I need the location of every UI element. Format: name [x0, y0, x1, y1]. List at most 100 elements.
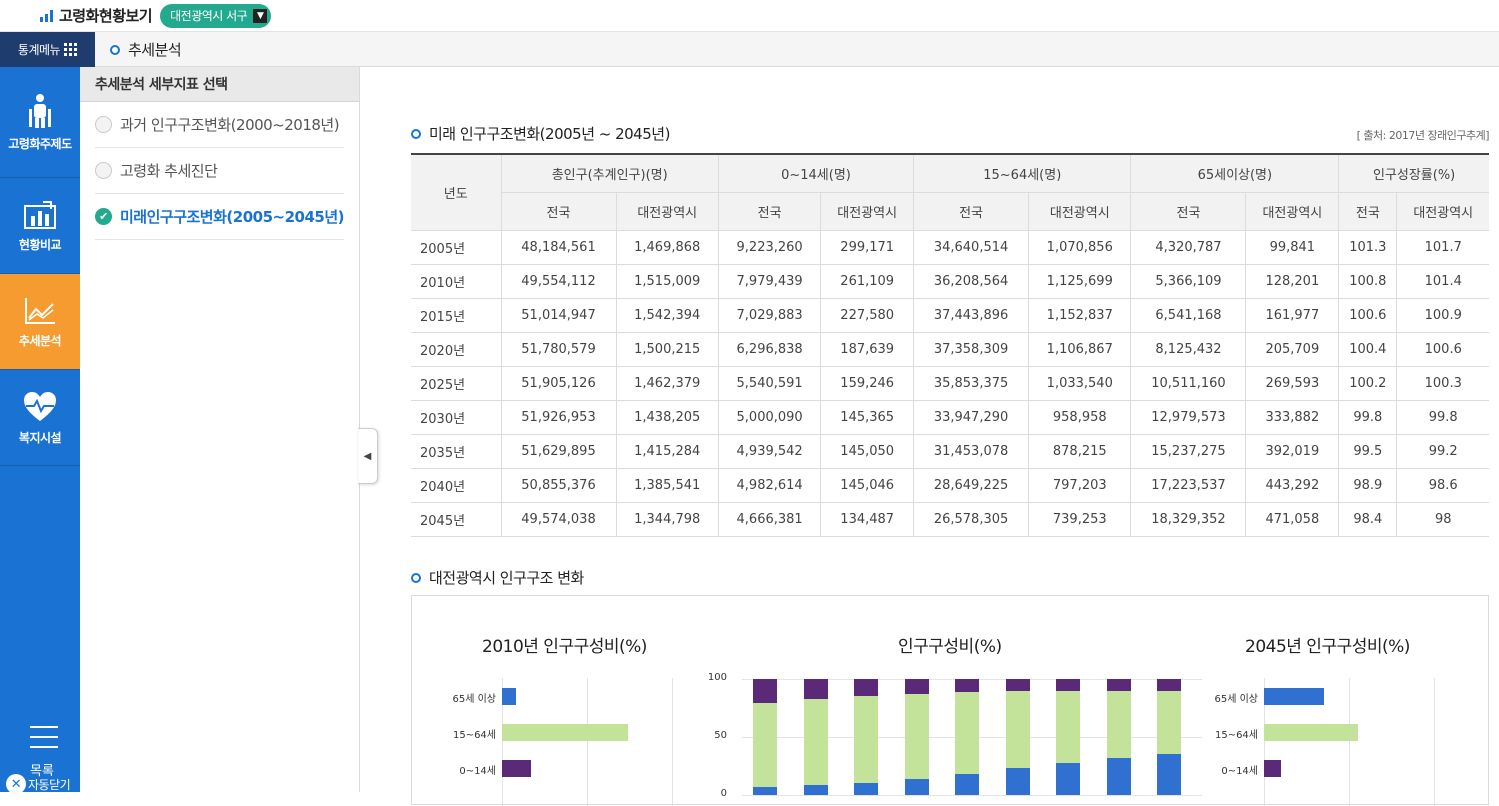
table-header-group: 0~14세(명)	[717, 153, 915, 193]
table-cell: 100.8	[1338, 263, 1398, 299]
table-cell: 227,580	[820, 297, 915, 333]
stacked-bar-age15_64	[803, 698, 828, 786]
table-row: 2005년 48,184,561 1,469,868 9,223,260 299,171…	[411, 229, 1489, 265]
table-subheader: 대전광역시	[820, 191, 915, 231]
table-cell: 101.7	[1396, 229, 1489, 265]
table-cell: 33,947,290	[913, 399, 1030, 435]
stacked-bar-age65	[904, 779, 929, 795]
table-cell: 12,979,573	[1130, 399, 1247, 435]
table-cell: 1,515,009	[615, 263, 719, 299]
region-select[interactable]: 대전광역시 서구 ▼	[160, 3, 272, 28]
stacked-bar-age15_64	[854, 696, 878, 783]
table-cell: 299,171	[820, 229, 915, 265]
table-row: 2030년 51,926,953 1,438,205 5,000,090 145,365…	[411, 399, 1489, 435]
sidebar-item-compare[interactable]: 현황비교	[0, 178, 80, 274]
stacked-bar-age15_64	[1157, 690, 1181, 755]
chart-area: 2010년 인구구성비(%) 인구구성비(%) 2045년 인구구성비(%) 6…	[411, 595, 1489, 806]
stacked-bar-age0_14	[753, 679, 777, 703]
table-cell: 100.4	[1338, 331, 1398, 367]
category-label: 0~14세	[459, 766, 496, 777]
sidebar-item-label: 현황비교	[18, 237, 62, 252]
indicator-item-future[interactable]: ✔ 미래인구구조변화(2005~2045년)	[95, 194, 344, 240]
stacked-bar-age65	[1056, 762, 1080, 795]
table-cell: 443,292	[1245, 467, 1340, 503]
stacked-bar-age65	[1157, 754, 1181, 795]
table-header-group: 인구성장률(%)	[1338, 153, 1489, 193]
table-cell: 128,201	[1245, 263, 1340, 299]
table-cell: 98.9	[1338, 467, 1398, 503]
table-cell: 4,666,381	[717, 501, 822, 537]
table-row: 2025년 51,905,126 1,462,379 5,540,591 159,246…	[411, 365, 1489, 401]
table-cell: 8,125,432	[1130, 331, 1247, 367]
table-cell: 1,542,394	[615, 297, 719, 333]
bar-chart-icon	[24, 200, 56, 229]
grid-line	[672, 678, 673, 806]
table-cell: 5,000,090	[717, 399, 822, 435]
table-cell: 159,246	[820, 365, 915, 401]
table-cell: 49,554,112	[500, 263, 617, 299]
table-cell: 34,640,514	[913, 229, 1030, 265]
table-cell: 1,469,868	[615, 229, 719, 265]
stacked-bar-age15_64	[1005, 690, 1030, 769]
table-cell-year: 2020년	[411, 331, 502, 367]
stats-menu-button[interactable]: 통계메뉴	[0, 32, 95, 67]
stacked-bar-age0_14	[955, 679, 979, 692]
category-label: 15~64세	[452, 730, 496, 741]
stacked-bar-age15_64	[904, 693, 929, 780]
table-cell-year: 2035년	[411, 433, 502, 469]
category-label: 65세 이상	[1214, 694, 1258, 705]
table-cell: 392,019	[1245, 433, 1340, 469]
sidebar-item-trend[interactable]: 추세분석	[0, 274, 80, 370]
table-cell: 6,541,168	[1130, 297, 1247, 333]
section-title-text: 미래 인구구조변화(2005년 ~ 2045년)	[429, 125, 670, 143]
stacked-bar-age15_64	[1106, 691, 1131, 758]
population-table: 년도 총인구(추계인구)(명) 0~14세(명) 15~64세(명) 65세이상…	[411, 153, 1489, 537]
table-cell: 205,709	[1245, 331, 1340, 367]
table-cell: 36,208,564	[913, 263, 1030, 299]
indicator-panel-title: 추세분석 세부지표 선택	[80, 67, 359, 102]
stacked-bar-age0_14	[1056, 679, 1080, 691]
table-cell: 739,253	[1028, 501, 1132, 537]
table-subheader: 전국	[913, 191, 1030, 231]
stats-menu-label: 통계메뉴	[17, 43, 61, 57]
table-cell: 878,215	[1028, 433, 1132, 469]
indicator-item-past[interactable]: 과거 인구구조변화(2000~2018년)	[95, 102, 344, 148]
bar-age0_14	[502, 760, 532, 777]
table-cell: 5,540,591	[717, 365, 822, 401]
table-cell: 4,939,542	[717, 433, 822, 469]
table-cell: 1,462,379	[615, 365, 719, 401]
table-cell-year: 2010년	[411, 263, 502, 299]
table-subheader: 전국	[501, 191, 617, 231]
nav-bar: 통계메뉴 추세분석	[0, 32, 1499, 67]
table-row: 2010년 49,554,112 1,515,009 7,979,439 261,109…	[411, 263, 1489, 299]
stacked-bar-age65	[803, 785, 828, 795]
table-cell: 269,593	[1245, 365, 1340, 401]
check-icon: ✔	[95, 208, 112, 225]
close-icon: ✕	[6, 774, 26, 794]
category-label: 15~64세	[1214, 730, 1258, 741]
table-header-group: 15~64세(명)	[913, 153, 1132, 193]
table-row: 2015년 51,014,947 1,542,394 7,029,883 227,580…	[411, 297, 1489, 333]
table-cell: 333,882	[1245, 399, 1340, 435]
table-cell-year: 2045년	[411, 501, 502, 537]
autoclose-button[interactable]: ✕ 자동닫기	[6, 774, 71, 794]
table-cell: 101.3	[1338, 229, 1398, 265]
table-cell: 28,649,225	[913, 467, 1030, 503]
indicator-item-diagnosis[interactable]: 고령화 추세진단	[95, 148, 344, 194]
breadcrumb: 추세분석	[110, 32, 182, 67]
sidebar-item-welfare[interactable]: 복지시설	[0, 370, 80, 466]
stacked-bar-age15_64	[1056, 690, 1080, 763]
table-cell: 261,109	[820, 263, 915, 299]
section-title-chart: 대전광역시 인구구조 변화	[411, 567, 584, 588]
table-cell: 100.3	[1396, 365, 1489, 401]
table-header-year: 년도	[411, 153, 502, 231]
table-cell: 51,629,895	[500, 433, 617, 469]
table-subheader: 대전광역시	[1396, 191, 1489, 231]
table-cell: 51,905,126	[500, 365, 617, 401]
grid-line	[1434, 678, 1435, 806]
table-cell: 9,223,260	[717, 229, 822, 265]
table-cell: 187,639	[820, 331, 915, 367]
sidebar-item-aging-map[interactable]: 고령화주제도	[0, 67, 80, 178]
menu-list-icon[interactable]	[30, 726, 58, 756]
bar-age15_64	[1264, 724, 1358, 741]
